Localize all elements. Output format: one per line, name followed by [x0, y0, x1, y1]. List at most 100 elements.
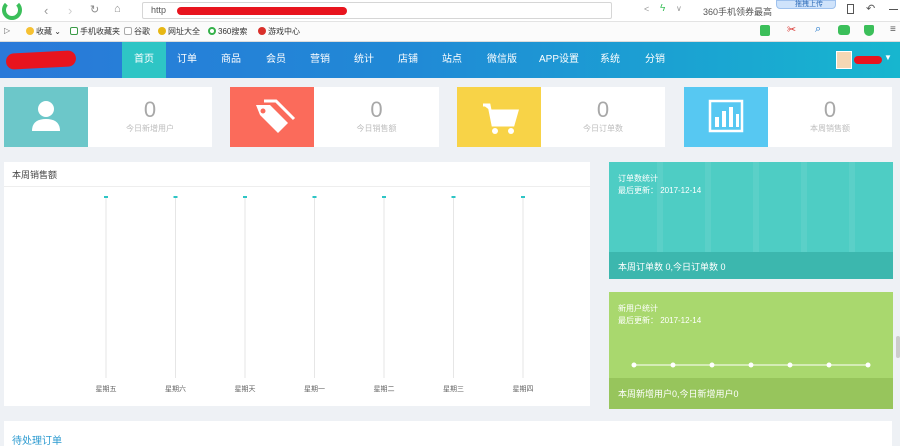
- nav-item-stores[interactable]: 店铺: [391, 42, 425, 78]
- share-icon[interactable]: <: [644, 4, 649, 14]
- order-stats-panel: 订单数统计 最后更新： 2017-12-14 本周订单数 0,今日订单数 0: [609, 162, 893, 279]
- star-icon: [26, 27, 34, 35]
- reload-icon[interactable]: ↻: [90, 3, 99, 16]
- forward-icon[interactable]: ›: [68, 3, 72, 18]
- stat-label: 今日销售额: [356, 124, 397, 133]
- top-navbar: 首页 订单 商品 会员 营销 统计 店铺 站点 微信版 APP设置 系统 分销 …: [0, 42, 900, 78]
- sidebar-toggle-icon[interactable]: ▷: [4, 26, 10, 35]
- weekly-sales-panel: 本周销售额 星期五 星期六 星期天 星期一 星期二 星期三 星期四: [4, 162, 590, 406]
- browser-toolbar: ‹ › ↻ ⌂ http < ϟ ∨ 360手机领券最高 拖拽上传 ↶: [0, 0, 900, 22]
- browser-logo-icon[interactable]: [2, 0, 22, 20]
- order-stats-title: 订单数统计: [618, 174, 658, 183]
- undo-icon[interactable]: ↶: [866, 2, 875, 15]
- upload-popup-label: 拖拽上传: [795, 1, 823, 8]
- stat-label: 今日订单数: [583, 124, 623, 133]
- order-stats-summary: 本周订单数 0,今日订单数 0: [618, 262, 726, 272]
- bar-chart-icon: [708, 99, 744, 133]
- bookmark-item-favorites[interactable]: 收藏 ⌄: [26, 26, 61, 38]
- sparkline-point: [826, 362, 832, 368]
- username-redaction: [854, 56, 882, 64]
- minimize-icon[interactable]: [889, 9, 898, 10]
- chart-data-point: [173, 196, 178, 198]
- chart-x-tick-label: 星期三: [443, 385, 464, 393]
- chart-data-point: [382, 196, 386, 198]
- chart-data-point: [312, 196, 317, 198]
- stat-value: 0: [370, 97, 383, 122]
- chart-x-tick-label: 星期二: [374, 385, 395, 393]
- extension-translate-icon[interactable]: [760, 25, 770, 36]
- extension-find-icon[interactable]: ⌕: [815, 23, 821, 36]
- chart-x-tick-label: 星期一: [304, 385, 325, 393]
- back-icon[interactable]: ‹: [44, 3, 48, 18]
- user-stats-footer: 本周新增用户0,今日新增用户0: [609, 378, 893, 409]
- stat-value: 0: [596, 97, 610, 122]
- game-icon: [258, 27, 266, 35]
- panel-divider: [4, 186, 590, 187]
- bookmark-item-360-search[interactable]: 360搜索: [208, 26, 247, 38]
- order-stats-updated: 最后更新： 2017-12-14: [618, 186, 702, 195]
- stat-card-new-users: 0 今日新增用户: [4, 87, 212, 147]
- chevron-down-icon: ▼: [884, 53, 892, 62]
- nav-item-sites[interactable]: 站点: [435, 42, 469, 78]
- nav-item-distribution[interactable]: 分销: [638, 42, 672, 78]
- bookmark-item-games[interactable]: 游戏中心: [258, 26, 300, 38]
- cart-icon: [483, 103, 519, 134]
- bolt-icon[interactable]: ϟ: [660, 3, 665, 14]
- nav-item-products[interactable]: 商品: [214, 42, 248, 78]
- phone-icon: [70, 27, 78, 35]
- nav-item-system[interactable]: 系统: [593, 42, 627, 78]
- stat-card-icon-box: [4, 87, 88, 147]
- sparkline-point: [748, 362, 754, 368]
- nav-item-wechat[interactable]: 微信版: [482, 42, 522, 78]
- bookmark-item-directory[interactable]: 网址大全: [158, 26, 200, 38]
- user-stats-summary: 本周新增用户0,今日新增用户0: [618, 389, 739, 399]
- home-icon[interactable]: ⌂: [114, 3, 121, 15]
- chart-data-point: [521, 196, 525, 198]
- nav-item-app-settings[interactable]: APP设置: [535, 42, 583, 78]
- nav-item-members[interactable]: 会员: [259, 42, 293, 78]
- page-icon: [124, 27, 132, 35]
- address-text: http: [151, 5, 167, 15]
- nav-item-marketing[interactable]: 营销: [303, 42, 337, 78]
- sparkline-point: [631, 362, 637, 368]
- stat-card-icon-box: [684, 87, 768, 147]
- avatar: [836, 51, 852, 69]
- window-mode-icon[interactable]: [847, 4, 854, 14]
- stat-card-icon-box: [230, 87, 314, 147]
- pending-orders-panel: 待处理订单: [4, 421, 892, 446]
- extension-tray: ✂ ⌕ ≡: [760, 23, 900, 39]
- nav-item-home[interactable]: 首页: [122, 42, 166, 78]
- address-redaction: [177, 7, 347, 15]
- sparkline-point: [709, 362, 715, 368]
- chart-data-point: [104, 196, 108, 198]
- address-bar[interactable]: http: [142, 2, 612, 19]
- extension-menu-icon[interactable]: ≡: [890, 24, 896, 35]
- browser-promo-text[interactable]: 360手机领券最高: [703, 5, 772, 18]
- scroll-handle[interactable]: [896, 336, 900, 358]
- user-stats-panel: 新用户统计 最后更新： 2017-12-14 本周新增用户0,今日新增用户0: [609, 292, 893, 409]
- upload-popup[interactable]: 拖拽上传: [776, 0, 836, 9]
- chart-x-tick-label: 星期四: [513, 385, 534, 393]
- nav-item-statistics[interactable]: 统计: [347, 42, 381, 78]
- user-menu[interactable]: ▼: [836, 51, 892, 69]
- extension-shield-icon[interactable]: [864, 25, 874, 36]
- order-stats-footer: 本周订单数 0,今日订单数 0: [609, 252, 893, 279]
- bookmark-item-mobile[interactable]: 手机收藏夹: [70, 26, 120, 38]
- search-icon: [208, 27, 216, 35]
- panel-title: 本周销售额: [12, 170, 58, 180]
- stat-card-icon-box: [457, 87, 541, 147]
- chevron-down-icon[interactable]: ∨: [676, 4, 682, 13]
- stat-value: 0: [823, 97, 837, 122]
- stat-value: 0: [143, 97, 157, 122]
- tag-icon: [256, 99, 296, 133]
- site-logo[interactable]: [5, 50, 77, 70]
- bookmark-item-google[interactable]: 谷歌: [124, 26, 150, 38]
- extension-scissors-icon[interactable]: ✂: [787, 23, 796, 36]
- chart-x-tick-label: 星期六: [165, 384, 186, 393]
- extension-game-icon[interactable]: [838, 25, 850, 35]
- chart-data-point: [451, 196, 456, 198]
- chart-x-tick-label: 星期五: [96, 385, 117, 393]
- nav-item-orders[interactable]: 订单: [170, 42, 204, 78]
- bookmarks-bar: ▷ 收藏 ⌄ 手机收藏夹 谷歌 网址大全 360搜索 游戏中心 ✂ ⌕ ≡: [0, 22, 900, 42]
- weekly-sales-chart: 星期五 星期六 星期天 星期一 星期二 星期三 星期四: [96, 196, 534, 393]
